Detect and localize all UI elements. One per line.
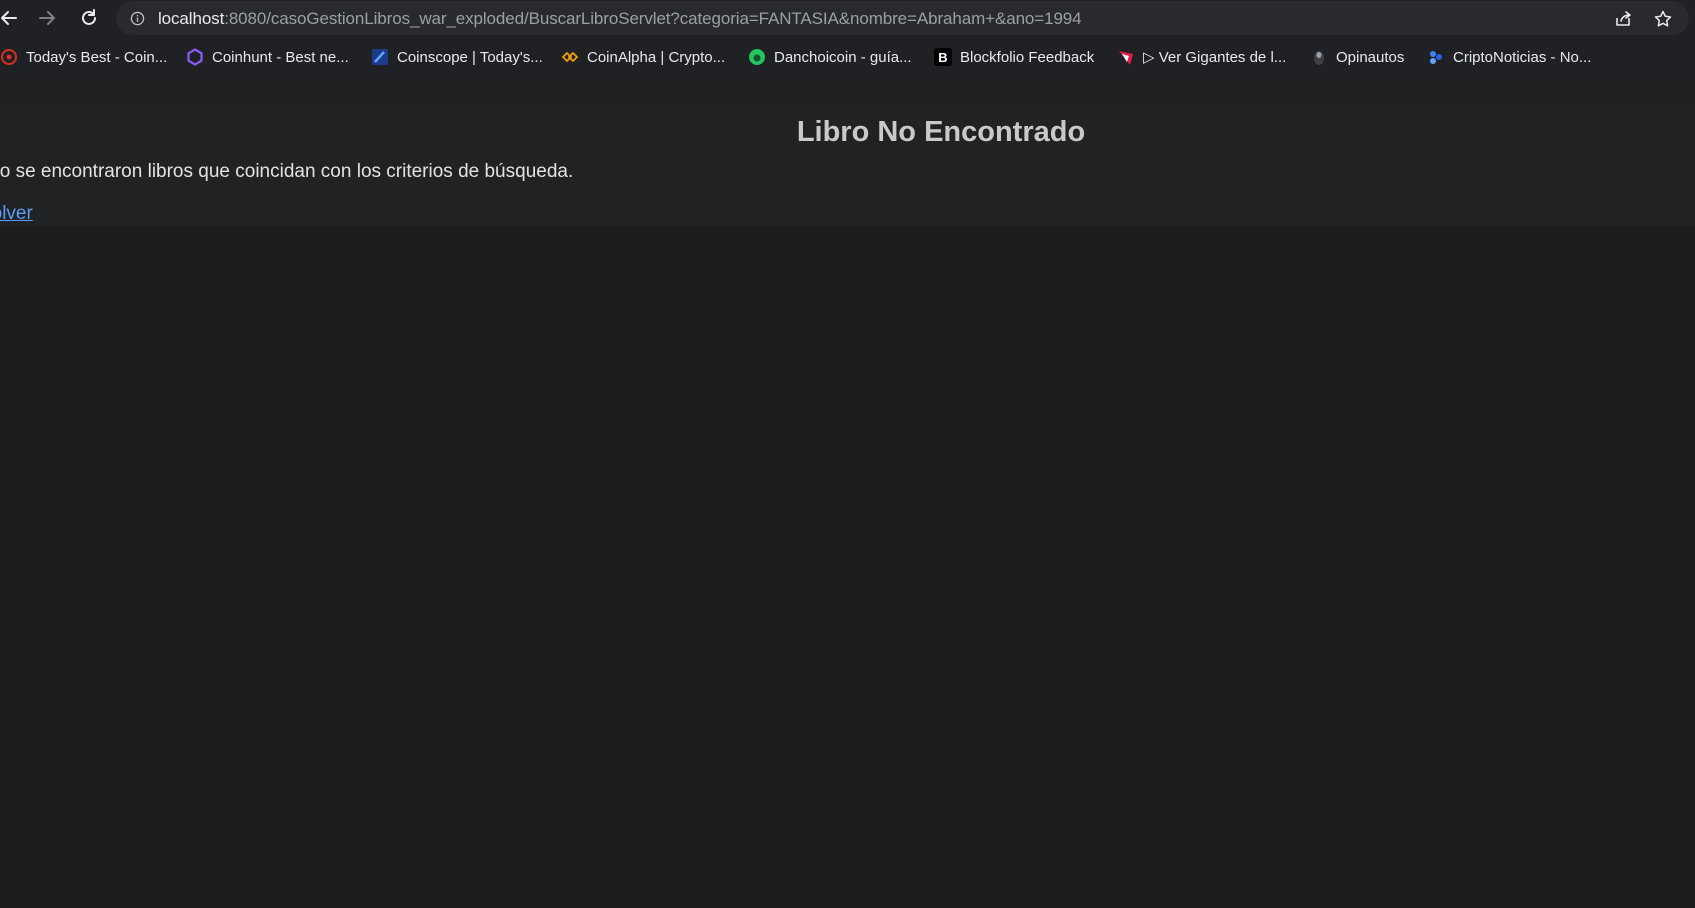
bookmark-label: Today's Best - Coin... <box>26 48 168 66</box>
blockfolio-icon: B <box>934 48 952 66</box>
share-icon <box>1616 11 1631 26</box>
url-path: :8080/casoGestionLibros_war_exploded/Bus… <box>224 9 1082 28</box>
bookmark-label: Blockfolio Feedback <box>960 48 1095 66</box>
reload-icon <box>82 9 96 25</box>
back-button[interactable] <box>0 4 23 32</box>
bookmark-8[interactable]: CriptoNoticias - No... <box>1427 44 1591 70</box>
star-icon <box>1654 10 1672 27</box>
bookmark-star-button[interactable] <box>1651 7 1675 31</box>
reload-button[interactable] <box>75 4 103 32</box>
info-icon[interactable] <box>130 11 145 26</box>
arrow-left-icon <box>1 11 17 25</box>
red-circle-icon <box>0 48 18 66</box>
bookmark-label: ▷ Ver Gigantes de l... <box>1143 49 1287 66</box>
forward-button[interactable] <box>33 4 61 32</box>
bookmark-2[interactable]: Coinscope | Today's... <box>371 44 543 70</box>
bookmark-label: Coinscope | Today's... <box>397 48 543 66</box>
bookmark-label: CoinAlpha | Crypto... <box>587 48 726 66</box>
address-bar[interactable]: localhost:8080/casoGestionLibros_war_exp… <box>116 1 1689 35</box>
bookmark-label: Coinhunt - Best ne... <box>212 48 349 66</box>
page-top-strip <box>0 80 1695 106</box>
coinalpha-icon <box>561 48 579 66</box>
bookmark-label: Opinautos <box>1336 48 1405 66</box>
bookmarks-bar: Today's Best - Coin... Coinhunt - Best n… <box>0 42 1695 72</box>
url-text[interactable]: localhost:8080/casoGestionLibros_war_exp… <box>158 9 1082 29</box>
gigantes-icon <box>1117 48 1135 66</box>
content-container: Libro No Encontrado No se encontraron li… <box>0 106 1695 226</box>
green-circle-icon <box>748 48 766 66</box>
back-link[interactable]: Volver <box>0 203 33 225</box>
bookmark-4[interactable]: Danchoicoin - guía... <box>748 44 912 70</box>
browser-chrome: localhost:8080/casoGestionLibros_war_exp… <box>0 0 1695 80</box>
share-button[interactable] <box>1611 7 1635 31</box>
bookmark-7[interactable]: Opinautos <box>1310 44 1404 70</box>
bookmark-label: CriptoNoticias - No... <box>1453 48 1592 66</box>
bookmark-5[interactable]: B Blockfolio Feedback <box>934 44 1094 70</box>
not-found-message: No se encontraron libros que coincidan c… <box>0 161 574 182</box>
page-title: Libro No Encontrado <box>796 116 1086 148</box>
bookmark-label: Danchoicoin - guía... <box>774 48 912 66</box>
bookmark-6[interactable]: ▷ Ver Gigantes de l... <box>1117 44 1286 70</box>
svg-text:B: B <box>938 50 947 65</box>
page-viewport: Libro No Encontrado No se encontraron li… <box>0 80 1695 908</box>
bookmark-0[interactable]: Today's Best - Coin... <box>0 44 167 70</box>
arrow-right-icon <box>39 11 55 25</box>
bookmark-3[interactable]: CoinAlpha | Crypto... <box>561 44 725 70</box>
criptonoticias-icon <box>1427 48 1445 66</box>
bookmark-1[interactable]: Coinhunt - Best ne... <box>186 44 349 70</box>
coinscope-icon <box>371 48 389 66</box>
purple-hexagon-icon <box>186 48 204 66</box>
opinautos-icon <box>1310 48 1328 66</box>
url-host: localhost <box>158 9 225 28</box>
browser-toolbar: localhost:8080/casoGestionLibros_war_exp… <box>0 0 1695 37</box>
